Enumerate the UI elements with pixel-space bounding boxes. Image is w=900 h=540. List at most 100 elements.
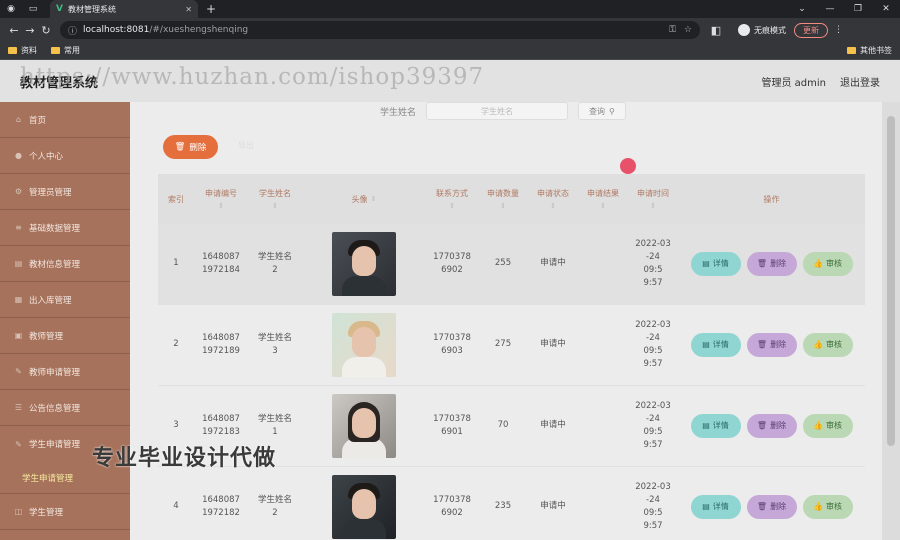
audit-button[interactable]: 👍 审核	[802, 414, 853, 438]
bookmark-folder[interactable]: 常用	[51, 45, 80, 56]
home-icon: ⌂	[15, 115, 22, 124]
sidebar-item-notice[interactable]: ☰ 公告信息管理	[0, 390, 130, 426]
delete-button[interactable]: 🗑 删除	[746, 333, 797, 357]
delete-button[interactable]: 🗑 删除	[746, 252, 797, 276]
forward-icon[interactable]: →	[22, 24, 38, 37]
batch-delete-button[interactable]: 🗑 删除	[163, 135, 218, 159]
mouse-cursor-indicator	[620, 158, 636, 174]
window-controls: ⌄ — ❐ ✕	[788, 4, 900, 14]
sort-icon[interactable]: ⇕	[600, 202, 606, 210]
more-menu-icon[interactable]: ⋮	[834, 25, 843, 35]
bookmark-folder[interactable]: 资料	[8, 45, 37, 56]
table-row[interactable]: 1 1648087 1972184 学生姓名 2 1770378 6902 255 申…	[158, 224, 865, 305]
avatar[interactable]	[332, 475, 396, 539]
chevron-down-icon[interactable]: ⌄	[788, 4, 816, 14]
sort-icon[interactable]: ⇕	[650, 202, 656, 210]
star-icon[interactable]: ☆	[684, 25, 692, 35]
sidebar-item-basic-data[interactable]: ≡ 基础数据管理	[0, 210, 130, 246]
close-tab-icon[interactable]: ✕	[185, 5, 192, 14]
row-actions: ▤ 详情 🗑 删除 👍 审核	[678, 414, 865, 438]
document-icon: ▤	[702, 501, 710, 511]
close-window-icon[interactable]: ✕	[872, 4, 900, 14]
apply-time: 2022-03 -24 09:5 9:57	[635, 400, 671, 451]
logout-link[interactable]: 退出登录	[840, 74, 880, 89]
sidebar-item-teacher[interactable]: ▣ 教师管理	[0, 318, 130, 354]
bookmark-label: 资料	[21, 46, 37, 55]
delete-button[interactable]: 🗑 删除	[746, 495, 797, 519]
delete-button[interactable]: 🗑 删除	[746, 414, 797, 438]
detail-button[interactable]: ▤ 详情	[690, 495, 741, 519]
student-name-search-input[interactable]: 学生姓名	[426, 102, 569, 120]
sidebar-item-inventory[interactable]: ▦ 出入库管理	[0, 282, 130, 318]
detail-button[interactable]: ▤ 详情	[690, 333, 741, 357]
column-header[interactable]: 申请时间 ⇕	[628, 188, 678, 210]
apply-time: 2022-03 -24 09:5 9:57	[635, 481, 671, 532]
column-header[interactable]: 头像 ⇕	[302, 194, 426, 205]
sidebar-item-profile[interactable]: ● 个人中心	[0, 138, 130, 174]
sort-icon[interactable]: ⇕	[449, 202, 455, 210]
tab-title: 教材管理系统	[67, 4, 116, 14]
back-icon[interactable]: ←	[6, 24, 22, 37]
folder-icon	[51, 47, 60, 54]
new-tab-icon[interactable]: +	[206, 2, 216, 16]
other-bookmarks[interactable]: 其他书签	[847, 45, 892, 56]
bookmark-label: 常用	[64, 46, 80, 55]
table-row[interactable]: 4 1648087 1972182 学生姓名 2 1770378 6902 235 申…	[158, 467, 865, 540]
update-button[interactable]: 更新	[794, 22, 828, 38]
incognito-indicator[interactable]: 无痕模式	[738, 24, 786, 36]
column-header[interactable]: 申请结果 ⇕	[578, 188, 628, 210]
column-header[interactable]: 申请编号 ⇕	[194, 188, 248, 210]
sidebar-item-textbook[interactable]: ▤ 教材信息管理	[0, 246, 130, 282]
column-header[interactable]: 申请数量 ⇕	[478, 188, 528, 210]
sidebar-item-label: 出入库管理	[29, 295, 72, 306]
column-header: 索引	[168, 194, 184, 204]
scrollbar-thumb[interactable]	[887, 116, 895, 446]
info-icon[interactable]: ⓘ	[68, 24, 77, 37]
bookmarks-bar: 资料 常用 其他书签	[0, 42, 900, 60]
sort-icon[interactable]: ⇕	[550, 202, 556, 210]
sidebar-item-teacher-apply[interactable]: ✎ 教师申请管理	[0, 354, 130, 390]
sort-icon[interactable]: ⇕	[371, 195, 377, 203]
sidebar-item-admin[interactable]: ⚙ 管理员管理	[0, 174, 130, 210]
contact-phone: 1770378 6902	[433, 494, 471, 518]
audit-button[interactable]: 👍 审核	[802, 333, 853, 357]
page-scrollbar[interactable]	[882, 102, 900, 540]
minimize-icon[interactable]: —	[816, 4, 844, 14]
detail-button[interactable]: ▤ 详情	[690, 414, 741, 438]
sidebar-item-student[interactable]: ◫ 学生管理	[0, 494, 130, 530]
restore-icon[interactable]: ❐	[844, 4, 872, 14]
trash-icon: 🗑	[756, 339, 768, 349]
column-header[interactable]: 申请状态 ⇕	[528, 188, 578, 210]
application-number: 1648087 1972184	[202, 251, 240, 275]
avatar-cell	[302, 394, 426, 458]
audit-button[interactable]: 👍 审核	[802, 495, 853, 519]
avatar[interactable]	[332, 313, 396, 377]
sort-icon[interactable]: ⇕	[500, 202, 506, 210]
sidebar-item-home[interactable]: ⌂ 首页	[0, 102, 130, 138]
search-button[interactable]: 查询 ⚲	[578, 102, 626, 120]
detail-button[interactable]: ▤ 详情	[690, 252, 741, 276]
batch-delete-label: 删除	[189, 143, 207, 153]
column-header[interactable]: 学生姓名 ⇕	[248, 188, 302, 210]
avatar-cell	[302, 475, 426, 539]
audit-button[interactable]: 👍 审核	[802, 252, 853, 276]
browser-menu-icon[interactable]: ◉	[0, 0, 22, 18]
avatar[interactable]	[332, 394, 396, 458]
trash-icon: 🗑	[174, 142, 186, 152]
thumbs-up-icon: 👍	[813, 339, 823, 349]
sort-icon[interactable]: ⇕	[272, 202, 278, 210]
browser-tab[interactable]: V 教材管理系统 ✕	[50, 0, 198, 18]
tab-search-icon[interactable]: ▭	[22, 0, 44, 18]
table-row[interactable]: 2 1648087 1972189 学生姓名 3 1770378 6903 275 申…	[158, 305, 865, 386]
reload-icon[interactable]: ↻	[38, 24, 54, 37]
student-name: 学生姓名 1	[257, 413, 292, 437]
key-icon[interactable]: ⚿	[669, 25, 676, 35]
sidebar-toggle-icon[interactable]: ◧	[708, 24, 724, 37]
avatar[interactable]	[332, 232, 396, 296]
search-button-label: 查询	[589, 106, 606, 116]
column-header[interactable]: 联系方式 ⇕	[426, 188, 478, 210]
url-input[interactable]: ⓘ localhost:8081 /#/xueshengshenqing ⚿ ☆	[60, 21, 700, 39]
user-icon: ●	[15, 151, 22, 160]
row-index: 4	[173, 501, 179, 512]
sort-icon[interactable]: ⇕	[218, 202, 224, 210]
